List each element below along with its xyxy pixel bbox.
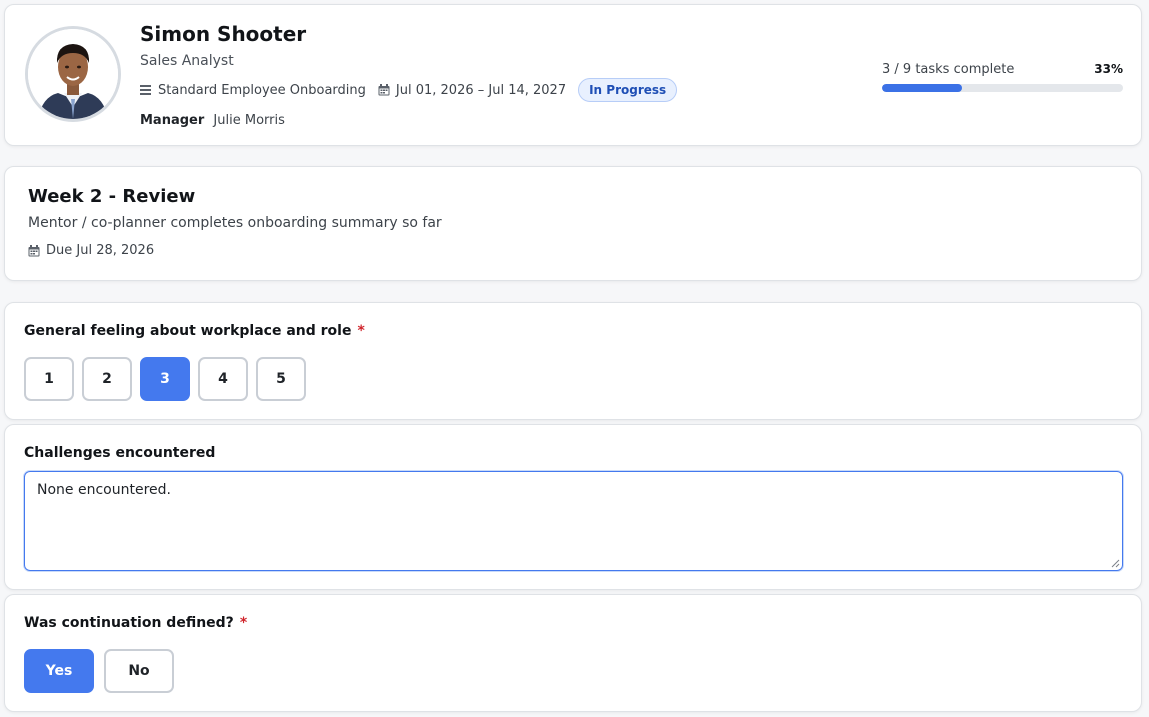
employee-meta-row: Standard Employee Onboarding Jul 01, 202…: [140, 78, 678, 102]
challenges-textarea[interactable]: None encountered.: [24, 471, 1123, 571]
calendar-icon: [378, 84, 390, 96]
manager-name: Julie Morris: [213, 113, 285, 128]
task-description: Mentor / co-planner completes onboarding…: [28, 215, 442, 231]
question-yes-no-card: Was continuation defined? * Yes No: [4, 594, 1142, 712]
challenges-textarea-value: None encountered.: [37, 482, 171, 498]
onboarding-template-name: Standard Employee Onboarding: [158, 82, 366, 98]
question-label: General feeling about workplace and role…: [24, 323, 365, 339]
onboarding-date-range: Jul 01, 2026 – Jul 14, 2027: [378, 83, 566, 98]
rating-option-4[interactable]: 4: [198, 357, 248, 401]
task-card: Week 2 - Review Mentor / co-planner comp…: [4, 166, 1142, 281]
yes-no-options: Yes No: [24, 649, 184, 693]
task-due-text: Due Jul 28, 2026: [46, 243, 155, 258]
task-progress: 3 / 9 tasks complete 33%: [882, 61, 1123, 92]
progress-bar: [882, 84, 1123, 92]
employee-role: Sales Analyst: [140, 53, 234, 69]
calendar-icon: [28, 244, 40, 256]
date-range-text: Jul 01, 2026 – Jul 14, 2027: [395, 82, 567, 98]
resize-grip-icon[interactable]: [1111, 559, 1120, 568]
rating-option-2[interactable]: 2: [82, 357, 132, 401]
rating-option-1[interactable]: 1: [24, 357, 74, 401]
no-button[interactable]: No: [104, 649, 174, 693]
required-marker: *: [239, 615, 248, 631]
question-text-card: Challenges encountered None encountered.: [4, 424, 1142, 590]
rating-option-5[interactable]: 5: [256, 357, 306, 401]
question-label: Was continuation defined? *: [24, 615, 247, 631]
progress-text: 3 / 9 tasks complete: [882, 61, 1015, 77]
manager-row: Manager Julie Morris: [140, 113, 285, 128]
list-icon: [140, 85, 151, 95]
manager-label: Manager: [140, 113, 205, 128]
question-rating-card: General feeling about workplace and role…: [4, 302, 1142, 420]
status-badge: In Progress: [578, 78, 678, 102]
employee-header-card: Simon Shooter Sales Analyst Standard Emp…: [4, 4, 1142, 146]
employee-name: Simon Shooter: [140, 22, 307, 46]
onboarding-template: Standard Employee Onboarding: [140, 83, 366, 98]
rating-option-3[interactable]: 3: [140, 357, 190, 401]
required-marker: *: [357, 323, 365, 339]
question-label-text: Was continuation defined?: [24, 615, 234, 631]
question-label: Challenges encountered: [24, 445, 216, 461]
question-label-text: General feeling about workplace and role: [24, 323, 352, 339]
rating-options: 12345: [24, 357, 314, 401]
progress-bar-fill: [882, 84, 962, 92]
yes-button[interactable]: Yes: [24, 649, 94, 693]
progress-percent: 33%: [1094, 62, 1123, 76]
avatar: [25, 26, 121, 122]
task-due-date: Due Jul 28, 2026: [28, 243, 154, 258]
task-title: Week 2 - Review: [28, 186, 196, 207]
employee-photo-icon: [28, 29, 118, 119]
